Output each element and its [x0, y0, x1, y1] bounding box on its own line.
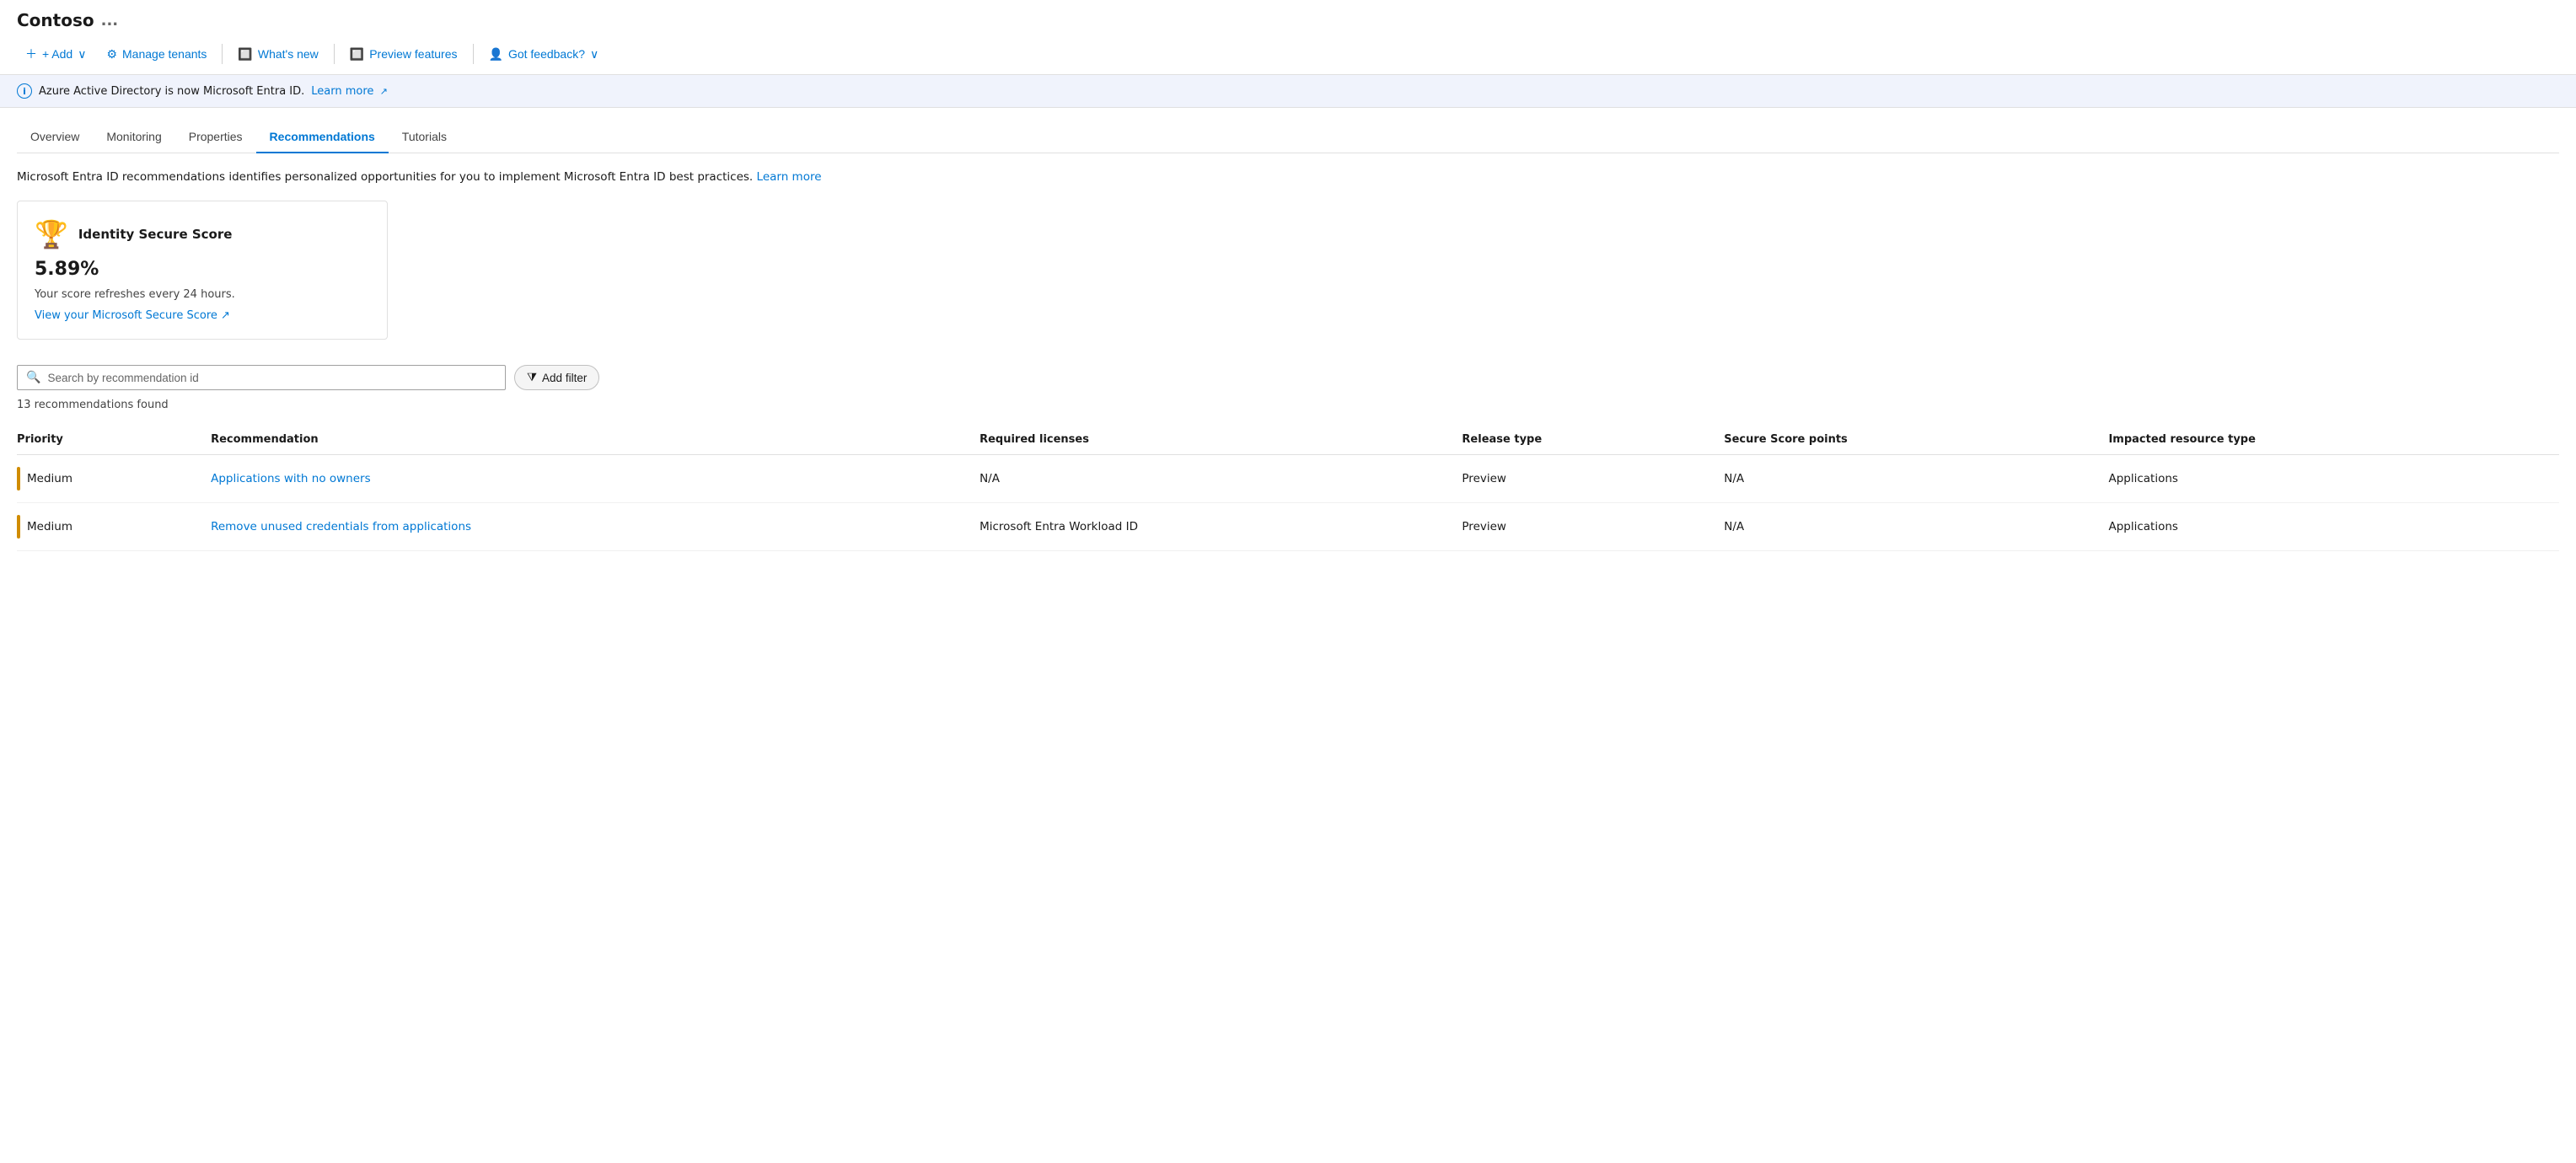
- page-learn-more-link[interactable]: Learn more: [757, 170, 822, 184]
- info-banner-text: Azure Active Directory is now Microsoft …: [39, 85, 304, 98]
- nav-tabs: Overview Monitoring Properties Recommend…: [17, 121, 2559, 153]
- col-secure-score-points: Secure Score points: [1724, 425, 2108, 455]
- priority-bar-2: [17, 515, 20, 539]
- priority-cell-2: Medium: [17, 515, 197, 539]
- manage-tenants-button[interactable]: ⚙ Manage tenants: [98, 42, 215, 67]
- tab-tutorials[interactable]: Tutorials: [389, 121, 460, 153]
- main-content: Overview Monitoring Properties Recommend…: [0, 108, 2576, 565]
- add-chevron-icon: ∨: [78, 47, 86, 62]
- score-card-header: 🏆 Identity Secure Score: [35, 218, 370, 250]
- col-required-licenses: Required licenses: [979, 425, 1462, 455]
- row2-recommendation-label: Remove unused credentials from applicati…: [211, 520, 471, 533]
- table-row: Medium Applications with no owners N/A P…: [17, 455, 2559, 503]
- tab-overview[interactable]: Overview: [17, 121, 93, 153]
- gear-icon: ⚙: [106, 47, 117, 62]
- add-icon: ＋: [25, 46, 37, 62]
- tab-recommendations[interactable]: Recommendations: [256, 121, 389, 153]
- score-card: 🏆 Identity Secure Score 5.89% Your score…: [17, 201, 388, 340]
- table-row: Medium Remove unused credentials from ap…: [17, 503, 2559, 551]
- add-label: + Add: [42, 47, 72, 61]
- preview-icon: 🔲: [350, 47, 364, 62]
- row2-recommendation-link[interactable]: Remove unused credentials from applicati…: [211, 520, 471, 533]
- row1-secure-score-points: N/A: [1724, 455, 2108, 503]
- add-filter-label: Add filter: [542, 372, 587, 384]
- separator-3: [473, 44, 474, 64]
- search-filter-row: 🔍 ⧩ Add filter: [17, 365, 2559, 390]
- row1-impacted-resource-type: Applications: [2108, 455, 2559, 503]
- col-impacted-resource-type: Impacted resource type: [2108, 425, 2559, 455]
- results-count: 13 recommendations found: [17, 399, 2559, 411]
- whats-new-icon: 🔲: [238, 47, 252, 62]
- row1-required-licenses: N/A: [979, 455, 1462, 503]
- col-release-type: Release type: [1462, 425, 1724, 455]
- page-description: Microsoft Entra ID recommendations ident…: [17, 170, 2559, 184]
- score-value: 5.89%: [35, 259, 370, 280]
- search-icon: 🔍: [26, 371, 40, 384]
- preview-features-button[interactable]: 🔲 Preview features: [341, 42, 466, 67]
- filter-icon: ⧩: [527, 371, 537, 384]
- row2-recommendation: Remove unused credentials from applicati…: [211, 503, 979, 551]
- top-bar: Contoso ... ＋ + Add ∨ ⚙ Manage tenants 🔲…: [0, 0, 2576, 75]
- row2-impacted-resource-type: Applications: [2108, 503, 2559, 551]
- org-dots: ...: [101, 12, 119, 29]
- org-name: Contoso: [17, 10, 94, 30]
- page-description-text: Microsoft Entra ID recommendations ident…: [17, 170, 753, 184]
- score-link[interactable]: View your Microsoft Secure Score ↗: [35, 309, 370, 322]
- row1-recommendation: Applications with no owners: [211, 455, 979, 503]
- table-body: Medium Applications with no owners N/A P…: [17, 455, 2559, 551]
- add-button[interactable]: ＋ + Add ∨: [17, 40, 94, 67]
- table-header: Priority Recommendation Required license…: [17, 425, 2559, 455]
- info-icon: i: [17, 83, 32, 99]
- preview-features-label: Preview features: [369, 47, 457, 61]
- score-card-title: Identity Secure Score: [78, 227, 233, 242]
- whats-new-button[interactable]: 🔲 What's new: [229, 42, 326, 67]
- tab-monitoring[interactable]: Monitoring: [93, 121, 174, 153]
- score-link-label: View your Microsoft Secure Score ↗: [35, 309, 230, 322]
- search-input[interactable]: [47, 372, 496, 384]
- separator-2: [334, 44, 335, 64]
- score-refresh-text: Your score refreshes every 24 hours.: [35, 288, 370, 301]
- row2-required-licenses: Microsoft Entra Workload ID: [979, 503, 1462, 551]
- got-feedback-label: Got feedback?: [508, 47, 585, 61]
- add-filter-button[interactable]: ⧩ Add filter: [514, 365, 599, 390]
- row1-priority: Medium: [17, 455, 211, 503]
- manage-tenants-label: Manage tenants: [122, 47, 207, 61]
- org-title: Contoso ...: [17, 10, 2559, 30]
- feedback-icon: 👤: [489, 47, 503, 62]
- toolbar: ＋ + Add ∨ ⚙ Manage tenants 🔲 What's new …: [17, 40, 2559, 67]
- recommendations-table: Priority Recommendation Required license…: [17, 425, 2559, 551]
- priority-label-2: Medium: [27, 520, 72, 533]
- col-priority: Priority: [17, 425, 211, 455]
- external-link-icon: ↗: [380, 86, 388, 97]
- table-header-row: Priority Recommendation Required license…: [17, 425, 2559, 455]
- info-banner: i Azure Active Directory is now Microsof…: [0, 75, 2576, 108]
- priority-bar-1: [17, 467, 20, 490]
- priority-cell-1: Medium: [17, 467, 197, 490]
- priority-label-1: Medium: [27, 472, 72, 485]
- col-recommendation: Recommendation: [211, 425, 979, 455]
- row2-secure-score-points: N/A: [1724, 503, 2108, 551]
- trophy-icon: 🏆: [35, 218, 68, 250]
- info-banner-learn-more-label: Learn more: [311, 85, 373, 98]
- row1-release-type: Preview: [1462, 455, 1724, 503]
- row1-recommendation-label: Applications with no owners: [211, 472, 371, 485]
- row2-release-type: Preview: [1462, 503, 1724, 551]
- feedback-chevron-icon: ∨: [590, 47, 598, 62]
- row1-recommendation-link[interactable]: Applications with no owners: [211, 472, 371, 485]
- whats-new-label: What's new: [258, 47, 319, 61]
- separator-1: [222, 44, 223, 64]
- row2-priority: Medium: [17, 503, 211, 551]
- tab-properties[interactable]: Properties: [175, 121, 256, 153]
- search-box: 🔍: [17, 365, 506, 390]
- page-learn-more-label: Learn more: [757, 170, 822, 184]
- got-feedback-button[interactable]: 👤 Got feedback? ∨: [480, 42, 608, 67]
- info-banner-learn-more-link[interactable]: Learn more ↗: [311, 85, 388, 98]
